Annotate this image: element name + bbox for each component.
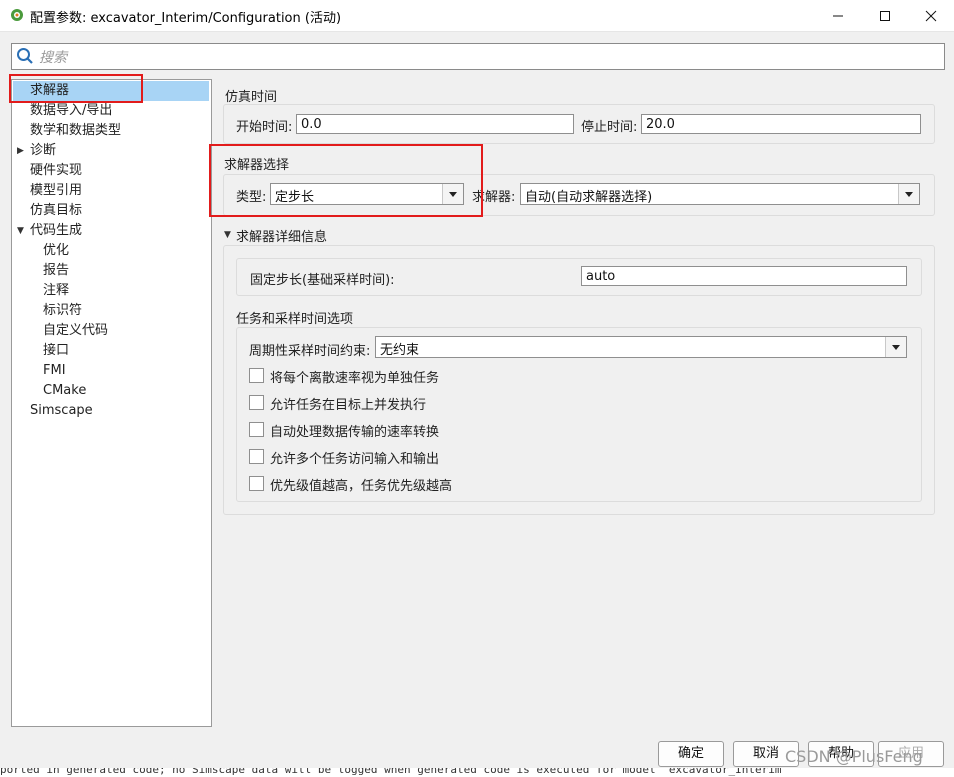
tree-item-sim-target[interactable]: 仿真目标	[30, 201, 82, 221]
solver-details-heading[interactable]: 求解器详细信息	[236, 226, 327, 245]
periodic-constraint-dropdown[interactable]: 无约束	[375, 336, 907, 358]
checkbox-concurrent-execution[interactable]	[249, 395, 264, 410]
close-icon	[925, 10, 937, 21]
status-line: ported in generated code; no Simscape da…	[0, 768, 789, 776]
highlight-box	[9, 74, 143, 103]
checkbox-rate-transition[interactable]	[249, 422, 264, 437]
watermark: CSDN @PlusFeng	[785, 747, 923, 766]
tree-item-custom-code[interactable]: 自定义代码	[43, 321, 108, 341]
matlab-app-icon	[11, 9, 23, 21]
tree-item-hardware[interactable]: 硬件实现	[30, 161, 82, 181]
search-icon	[17, 48, 33, 64]
search-placeholder: 搜索	[39, 50, 67, 66]
start-time-input[interactable]: 0.0	[296, 114, 574, 134]
fixed-step-input[interactable]: auto	[581, 266, 907, 286]
checkbox-label: 允许任务在目标上并发执行	[270, 398, 427, 413]
periodic-constraint-value: 无约束	[380, 343, 420, 358]
checkbox-label: 将每个离散速率视为单独任务	[270, 371, 440, 386]
checkbox-label: 优先级值越高，任务优先级越高	[270, 479, 453, 494]
chevron-down-icon	[898, 184, 919, 204]
checkbox-multiple-task-access[interactable]	[249, 449, 264, 464]
tree-item-model-reference[interactable]: 模型引用	[30, 181, 82, 201]
category-tree: 求解器 数据导入/导出 数学和数据类型 ▶ 诊断 硬件实现 模型引用 仿真目标 …	[11, 79, 212, 727]
expand-arrow-icon[interactable]: ▶	[17, 146, 24, 156]
checkbox-label: 允许多个任务访问输入和输出	[270, 452, 440, 467]
highlight-box	[209, 144, 483, 217]
start-time-label: 开始时间:	[236, 120, 293, 135]
tree-item-data-import-export[interactable]: 数据导入/导出	[30, 101, 112, 121]
minimize-button[interactable]	[815, 0, 861, 31]
checkbox-label: 自动处理数据传输的速率转换	[270, 425, 440, 440]
checkbox-higher-priority[interactable]	[249, 476, 264, 491]
sim-time-heading: 仿真时间	[225, 90, 278, 105]
tasking-heading: 任务和采样时间选项	[236, 312, 354, 327]
tree-item-interface[interactable]: 接口	[43, 341, 69, 361]
tree-item-identifiers[interactable]: 标识符	[43, 301, 82, 321]
stop-time-input[interactable]: 20.0	[641, 114, 921, 134]
minimize-icon	[833, 15, 843, 16]
tree-item-fmi[interactable]: FMI	[43, 361, 66, 381]
collapse-arrow-icon[interactable]: ▼	[17, 226, 24, 236]
collapse-arrow-icon[interactable]: ▼	[224, 230, 231, 240]
solver-value: 自动(自动求解器选择)	[525, 190, 653, 205]
close-button[interactable]	[908, 0, 954, 31]
maximize-icon	[880, 10, 890, 21]
search-input[interactable]: 搜索	[11, 43, 945, 70]
tree-item-math-data-types[interactable]: 数学和数据类型	[30, 121, 121, 141]
ok-button[interactable]: 确定	[658, 741, 724, 767]
stop-time-label: 停止时间:	[581, 120, 638, 135]
tree-item-cmake[interactable]: CMake	[43, 381, 86, 401]
window-title: 配置参数: excavator_Interim/Configuration (活…	[30, 11, 342, 26]
tree-item-diagnostics[interactable]: 诊断	[30, 141, 56, 161]
command-window-strip: ported in generated code; no Simscape da…	[0, 768, 954, 777]
tree-item-simscape[interactable]: Simscape	[30, 401, 93, 421]
fixed-step-label: 固定步长(基础采样时间):	[250, 273, 395, 288]
tree-item-code-generation[interactable]: 代码生成	[30, 221, 82, 241]
periodic-constraint-label: 周期性采样时间约束:	[249, 344, 371, 359]
title-bar: 配置参数: excavator_Interim/Configuration (活…	[0, 0, 954, 32]
tree-item-comments[interactable]: 注释	[43, 281, 69, 301]
checkbox-treat-rate-as-task[interactable]	[249, 368, 264, 383]
tree-item-report[interactable]: 报告	[43, 261, 69, 281]
tree-item-optimization[interactable]: 优化	[43, 241, 69, 261]
chevron-down-icon	[885, 337, 906, 357]
solver-dropdown[interactable]: 自动(自动求解器选择)	[520, 183, 920, 205]
maximize-button[interactable]	[862, 0, 908, 31]
